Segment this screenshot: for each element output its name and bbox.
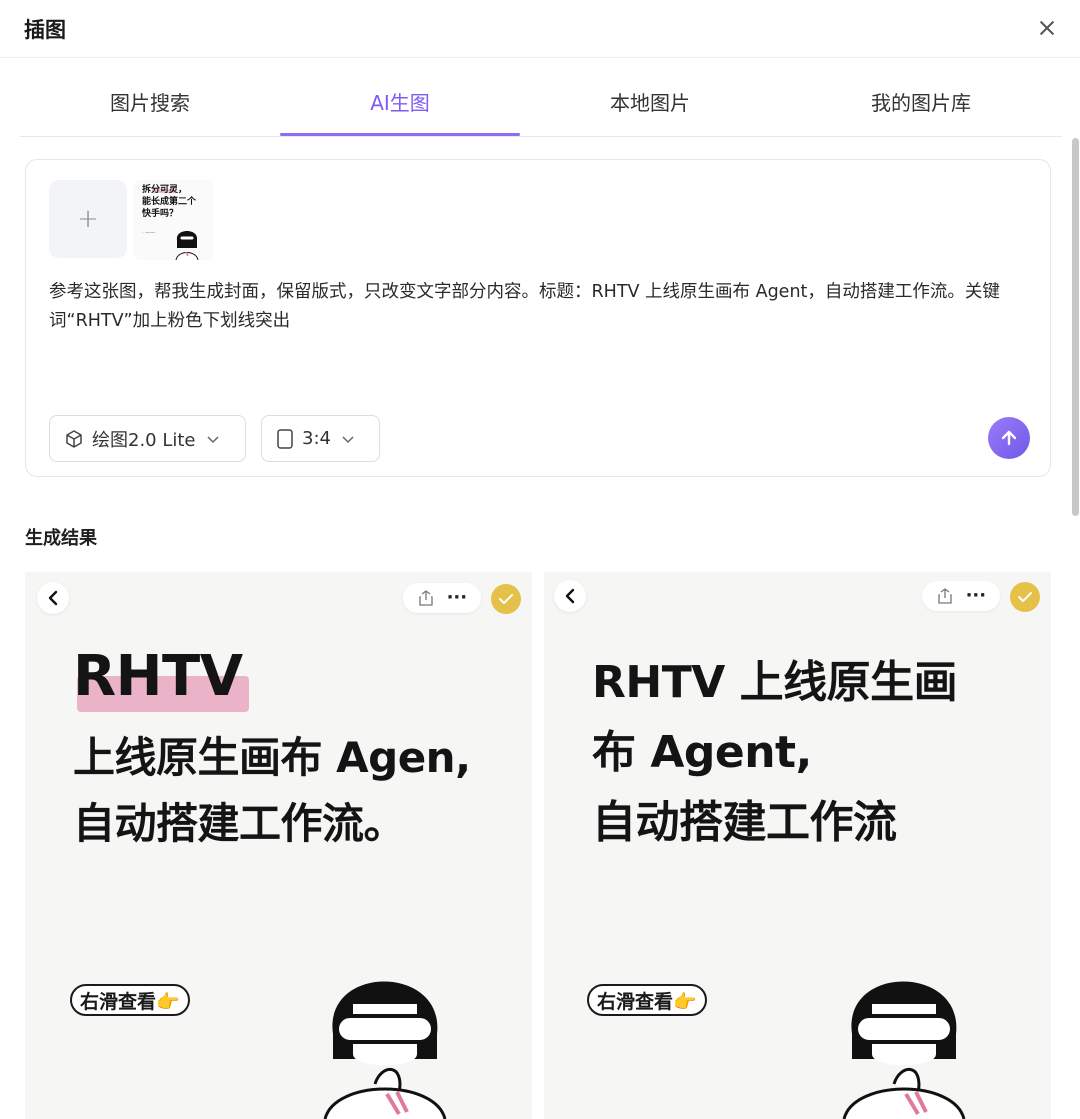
poster-title-line-2: 上线原生画布 Agen, bbox=[73, 733, 471, 782]
back-icon[interactable] bbox=[37, 582, 69, 614]
prompt-textarea[interactable]: 参考这张图，帮我生成封面，保留版式，只改变文字部分内容。标题：RHTV 上线原生… bbox=[49, 278, 1029, 336]
check-icon[interactable] bbox=[1010, 582, 1040, 612]
tab-image-search[interactable]: 图片搜索 bbox=[20, 66, 280, 136]
reference-image-thumbnail[interactable]: 拆分可灵， 能长成第二个 快手吗？ · —— bbox=[134, 180, 214, 260]
ratio-label: 3:4 bbox=[302, 428, 331, 449]
scrollbar[interactable] bbox=[1072, 138, 1079, 516]
girl-illustration-icon bbox=[323, 981, 447, 1119]
back-icon[interactable] bbox=[554, 580, 586, 612]
tab-local-image[interactable]: 本地图片 bbox=[520, 66, 780, 136]
results-title: 生成结果 bbox=[25, 528, 97, 549]
poster-title-line-1: RHTV bbox=[73, 644, 243, 709]
model-label: 绘图2.0 Lite bbox=[92, 429, 196, 451]
more-icon[interactable]: ··· bbox=[447, 589, 468, 607]
plus-icon: + bbox=[77, 204, 99, 234]
portrait-ratio-icon bbox=[276, 428, 294, 450]
tab-my-library[interactable]: 我的图片库 bbox=[780, 66, 1062, 136]
girl-illustration-icon bbox=[175, 231, 199, 260]
chevron-down-icon bbox=[341, 434, 355, 444]
poster-title-line-3: 自动搭建工作流 bbox=[592, 797, 897, 848]
model-select[interactable]: 绘图2.0 Lite bbox=[49, 415, 246, 462]
swipe-hint: 右滑查看👉 bbox=[587, 984, 707, 1016]
active-tab-indicator bbox=[280, 133, 520, 136]
send-button[interactable] bbox=[988, 417, 1030, 459]
chevron-down-icon bbox=[206, 434, 220, 444]
ratio-select[interactable]: 3:4 bbox=[261, 415, 380, 462]
girl-illustration-icon bbox=[842, 981, 966, 1119]
poster-title-line-3: 自动搭建工作流。 bbox=[73, 799, 406, 848]
card-toolbar: ··· bbox=[403, 583, 481, 613]
card-toolbar: ··· bbox=[922, 581, 1000, 611]
add-image-button[interactable]: + bbox=[49, 180, 127, 258]
dialog-header: 插图 bbox=[0, 0, 1080, 58]
poster-title-line-2: 布 Agent, bbox=[592, 727, 812, 778]
poster-title-line-1: RHTV 上线原生画 bbox=[592, 657, 958, 708]
dialog-title: 插图 bbox=[24, 18, 66, 42]
close-icon[interactable] bbox=[1032, 13, 1062, 43]
tab-bar: 图片搜索 AI生图 本地图片 我的图片库 bbox=[20, 66, 1062, 137]
swipe-hint: 右滑查看👉 bbox=[70, 984, 190, 1016]
tab-ai-image[interactable]: AI生图 bbox=[280, 66, 520, 136]
arrow-up-icon bbox=[1001, 430, 1017, 446]
prompt-composer: + 拆分可灵， 能长成第二个 快手吗？ · —— 参考这张图，帮我生成封面，保留… bbox=[25, 159, 1051, 477]
reference-image-text: 拆分可灵， 能长成第二个 快手吗？ bbox=[142, 185, 197, 219]
cube-icon bbox=[64, 429, 84, 449]
check-icon[interactable] bbox=[491, 584, 521, 614]
share-icon[interactable] bbox=[417, 589, 435, 607]
more-icon[interactable]: ··· bbox=[966, 587, 987, 605]
result-card-1[interactable]: ··· RHTV 上线原生画布 Agen, 自动搭建工作流。 右滑查看👉 bbox=[25, 572, 532, 1119]
share-icon[interactable] bbox=[936, 587, 954, 605]
result-card-2[interactable]: ··· RHTV 上线原生画 布 Agent, 自动搭建工作流 右滑查看👉 bbox=[544, 572, 1051, 1119]
